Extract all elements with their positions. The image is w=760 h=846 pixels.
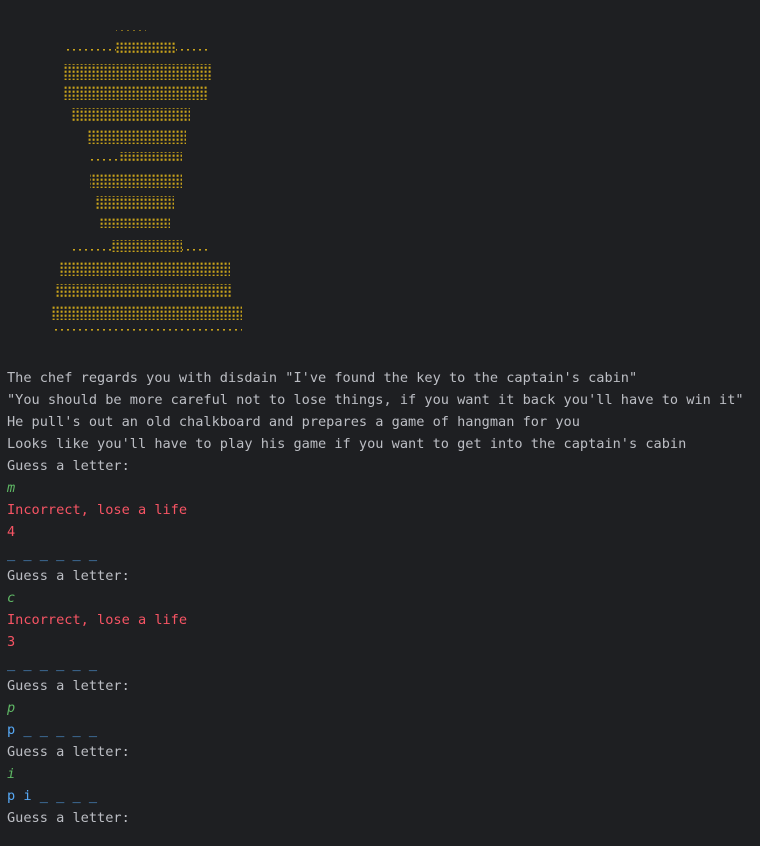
- narration-line: The chef regards you with disdain "I've …: [7, 370, 638, 386]
- word-progress: p _ _ _ _ _: [7, 722, 98, 738]
- guess-prompt: Guess a letter:: [7, 678, 130, 694]
- guess-prompt[interactable]: Guess a letter:: [7, 807, 130, 829]
- lives-remaining: 3: [7, 634, 16, 650]
- incorrect-message: Incorrect, lose a life: [7, 502, 188, 518]
- narration-line: He pull's out an old chalkboard and prep…: [7, 414, 580, 430]
- user-input-letter: p: [7, 700, 16, 716]
- chef-hat-ascii-art-icon: [52, 30, 242, 332]
- lives-remaining: 4: [7, 524, 16, 540]
- narration-line: "You should be more careful not to lose …: [7, 392, 744, 408]
- user-input-letter: i: [7, 766, 16, 782]
- word-progress: p i _ _ _ _: [7, 788, 98, 804]
- guess-prompt: Guess a letter:: [7, 458, 130, 474]
- user-input-letter: c: [7, 590, 16, 606]
- word-progress: _ _ _ _ _ _: [7, 546, 98, 562]
- user-input-letter: m: [7, 480, 16, 496]
- narration-line: Looks like you'll have to play his game …: [7, 436, 687, 452]
- word-progress: _ _ _ _ _ _: [7, 656, 98, 672]
- guess-prompt: Guess a letter:: [7, 568, 130, 584]
- guess-prompt: Guess a letter:: [7, 744, 130, 760]
- incorrect-message: Incorrect, lose a life: [7, 612, 188, 628]
